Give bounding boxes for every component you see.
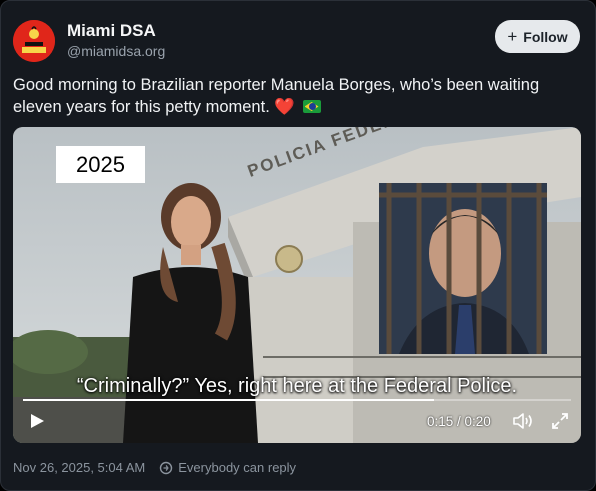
inset-portrait [379,183,547,354]
avatar[interactable] [13,20,55,62]
volume-icon[interactable] [512,412,534,430]
play-icon[interactable] [29,413,45,429]
heart-emoji-icon: ❤️ [274,98,295,116]
follow-label: Follow [523,28,568,45]
post-card: Miami DSA @miamidsa.org + Follow Good mo… [0,0,596,491]
timestamp[interactable]: Nov 26, 2025, 5:04 AM [13,460,145,475]
year-label: 2025 [56,146,145,183]
plus-icon: + [507,27,518,46]
progress-fill [23,399,434,401]
video-caption: “Criminally?” Yes, right here at the Fed… [76,375,518,397]
progress-bar[interactable] [23,399,571,401]
follow-button[interactable]: + Follow [495,20,580,53]
brazil-flag-icon [302,100,321,113]
time-display: 0:15 / 0:20 [427,414,491,429]
reply-settings-icon [160,461,173,474]
inset-image [379,183,547,354]
post-meta: Nov 26, 2025, 5:04 AM Everybody can repl… [13,460,296,475]
account-name[interactable]: Miami DSA [67,21,156,41]
fullscreen-icon[interactable] [551,412,569,430]
video-player[interactable]: POLICIA FEDERAL 2025 “Cri [13,127,581,443]
account-handle[interactable]: @miamidsa.org [67,43,165,59]
post-text: Good morning to Brazilian reporter Manue… [13,74,588,118]
rose-logo-icon [13,20,55,62]
reply-setting: Everybody can reply [178,460,297,475]
